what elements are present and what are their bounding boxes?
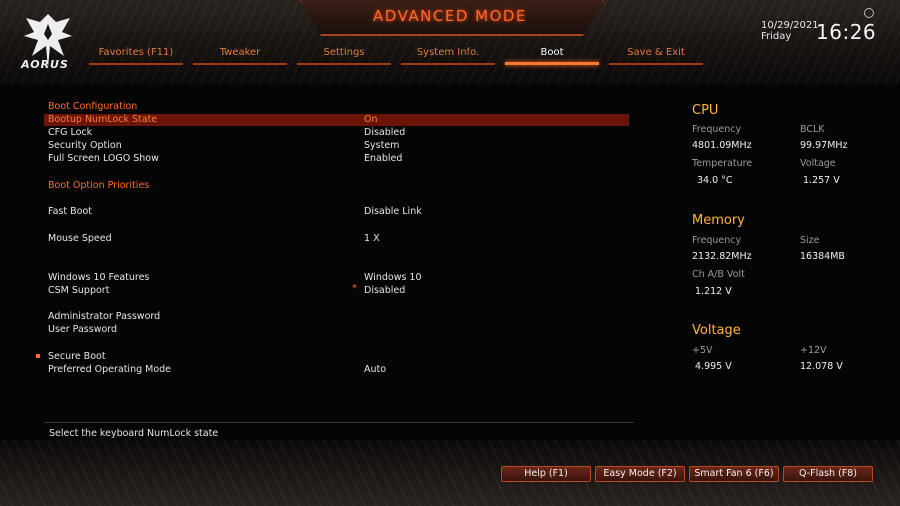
cpu-heading: CPU	[692, 103, 719, 118]
cpu-voltage-label: Voltage	[800, 158, 836, 169]
row-label: Fast Boot	[48, 206, 92, 217]
memory-heading: Memory	[692, 213, 745, 228]
row-value[interactable]: Windows 10	[364, 272, 422, 284]
section-boot-configuration: Boot Configuration	[48, 101, 138, 112]
memory-size-value: 16384MB	[800, 251, 845, 262]
tab-settings[interactable]: Settings	[297, 45, 391, 67]
logo-text: AORUS	[21, 58, 69, 71]
memory-size-label: Size	[800, 235, 820, 246]
voltage-5v-label: +5V	[692, 345, 713, 356]
row-label: Full Screen LOGO Show	[48, 153, 159, 164]
voltage-5v-value: 4.995 V	[695, 361, 732, 372]
submenu-bullet-icon	[36, 354, 40, 358]
row-cfg-lock[interactable]: CFG Lock Disabled	[44, 127, 629, 139]
tab-favorites[interactable]: Favorites (F11)	[89, 45, 183, 67]
date-text: 10/29/2021	[761, 20, 819, 31]
cpu-frequency-label: Frequency	[692, 124, 742, 135]
row-value[interactable]: Disabled	[364, 127, 405, 139]
row-value[interactable]: Auto	[364, 364, 386, 376]
memory-frequency-label: Frequency	[692, 235, 742, 246]
cpu-bclk-label: BCLK	[800, 124, 825, 135]
section-boot-option-priorities[interactable]: Boot Option Priorities	[48, 180, 149, 191]
row-secure-boot[interactable]: Secure Boot	[36, 351, 629, 363]
memory-frequency-value: 2132.82MHz	[692, 251, 752, 262]
row-label: CFG Lock	[48, 127, 93, 138]
row-value[interactable]: Disable Link	[364, 206, 422, 218]
modified-star-icon: *	[352, 283, 357, 294]
tab-bar: Favorites (F11) Tweaker Settings System …	[89, 45, 705, 67]
voltage-heading: Voltage	[692, 323, 741, 338]
memory-chab-volt-label: Ch A/B Volt	[692, 269, 745, 280]
cpu-bclk-value: 99.97MHz	[800, 140, 848, 151]
row-value[interactable]: System	[364, 140, 399, 152]
help-description: Select the keyboard NumLock state	[49, 428, 219, 439]
row-mouse-speed[interactable]: Mouse Speed 1 X	[44, 233, 629, 245]
smart-fan-button[interactable]: Smart Fan 6 (F6)	[689, 466, 779, 482]
qflash-button[interactable]: Q-Flash (F8)	[783, 466, 873, 482]
row-label: Bootup NumLock State	[48, 114, 158, 125]
tab-system-info[interactable]: System Info.	[401, 45, 495, 67]
row-windows-10-features[interactable]: Windows 10 Features Windows 10	[44, 272, 629, 284]
row-administrator-password[interactable]: Administrator Password	[44, 311, 629, 323]
row-label: Security Option	[48, 140, 122, 151]
row-label: CSM Support	[48, 285, 110, 296]
row-preferred-os-mode[interactable]: Preferred Operating Mode Auto	[44, 364, 629, 376]
row-label: Mouse Speed	[48, 233, 112, 244]
day-text: Friday	[761, 31, 792, 42]
cpu-voltage-value: 1.257 V	[803, 175, 840, 186]
help-button[interactable]: Help (F1)	[501, 466, 591, 482]
settings-gear-icon[interactable]	[864, 8, 874, 18]
tab-tweaker[interactable]: Tweaker	[193, 45, 287, 67]
row-value[interactable]: Disabled	[364, 285, 405, 297]
row-value[interactable]: 1 X	[364, 233, 380, 245]
cpu-frequency-value: 4801.09MHz	[692, 140, 752, 151]
help-divider	[44, 422, 634, 423]
row-csm-support[interactable]: CSM Support * Disabled	[44, 283, 629, 297]
memory-chab-volt-value: 1.212 V	[695, 286, 732, 297]
voltage-12v-value: 12.078 V	[800, 361, 843, 372]
tab-boot[interactable]: Boot	[505, 45, 599, 67]
row-security-option[interactable]: Security Option System	[44, 140, 629, 152]
row-label: Administrator Password	[48, 311, 161, 322]
row-value[interactable]: Enabled	[364, 153, 402, 165]
row-bootup-numlock[interactable]: Bootup NumLock State On	[44, 114, 629, 126]
row-fast-boot[interactable]: Fast Boot Disable Link	[44, 206, 629, 218]
row-label: Windows 10 Features	[48, 272, 150, 283]
row-label: Preferred Operating Mode	[48, 364, 172, 375]
row-label: Secure Boot	[48, 351, 106, 362]
row-label: User Password	[48, 324, 118, 335]
row-full-screen-logo[interactable]: Full Screen LOGO Show Enabled	[44, 153, 629, 165]
voltage-12v-label: +12V	[800, 345, 827, 356]
page-title: ADVANCED MODE	[373, 7, 527, 25]
cpu-temperature-value: 34.0 °C	[697, 175, 733, 186]
cpu-temperature-label: Temperature	[692, 158, 753, 169]
row-value[interactable]: On	[364, 114, 378, 126]
clock: 16:26	[816, 20, 877, 44]
row-user-password[interactable]: User Password	[44, 324, 629, 336]
tab-save-exit[interactable]: Save & Exit	[609, 45, 703, 67]
easy-mode-button[interactable]: Easy Mode (F2)	[595, 466, 685, 482]
date-display: 10/29/2021 Friday	[761, 20, 819, 42]
